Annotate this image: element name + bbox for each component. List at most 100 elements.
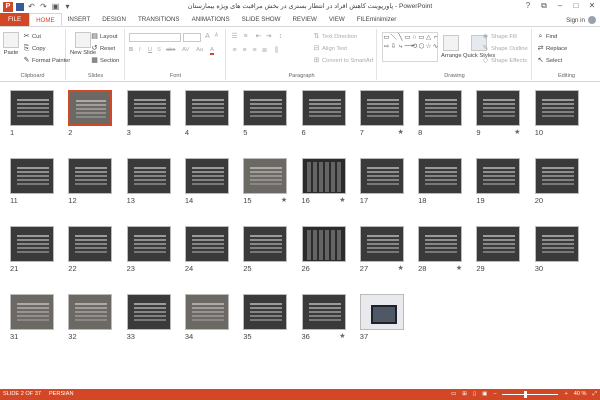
change-case-button[interactable]: Aa bbox=[196, 47, 203, 53]
slide-thumbnail-2[interactable]: 2 bbox=[68, 90, 113, 137]
slide-preview[interactable] bbox=[243, 158, 288, 194]
copy-button[interactable]: ⎘ Copy bbox=[23, 45, 46, 52]
zoom-slider[interactable] bbox=[502, 391, 559, 398]
layout-button[interactable]: ▤ Layout bbox=[91, 33, 117, 40]
format-painter-button[interactable]: ✎ Format Painter bbox=[23, 57, 71, 64]
shape-item[interactable]: ☆ bbox=[425, 42, 432, 51]
slide-preview[interactable] bbox=[301, 294, 346, 330]
increase-indent-button[interactable]: ⇥ bbox=[265, 33, 272, 40]
transition-star-icon[interactable]: ★ bbox=[398, 128, 404, 136]
tab-home[interactable]: HOME bbox=[29, 13, 62, 26]
slide-thumbnail-30[interactable]: 30 bbox=[534, 226, 579, 273]
slide-thumbnail-3[interactable]: 3 bbox=[126, 90, 171, 137]
slide-preview[interactable] bbox=[68, 226, 113, 262]
slide-thumbnail-16[interactable]: 16 ★ bbox=[301, 158, 346, 205]
shape-item[interactable]: ⟶ bbox=[404, 42, 413, 51]
slide-preview[interactable] bbox=[359, 294, 404, 330]
bullets-button[interactable]: ☰ bbox=[231, 33, 238, 40]
shape-item[interactable]: ⇩ bbox=[390, 42, 397, 51]
slide-preview[interactable] bbox=[126, 294, 171, 330]
normal-view-icon[interactable]: ▭ bbox=[451, 389, 456, 400]
slide-thumbnail-23[interactable]: 23 bbox=[126, 226, 171, 273]
slide-thumbnail-19[interactable]: 19 bbox=[476, 158, 521, 205]
slide-preview[interactable] bbox=[534, 158, 579, 194]
shrink-font-button[interactable]: ᴬ bbox=[213, 33, 220, 40]
slide-thumbnail-9[interactable]: 9 ★ bbox=[476, 90, 521, 137]
section-button[interactable]: ▦ Section bbox=[91, 57, 119, 64]
save-icon[interactable] bbox=[16, 2, 24, 11]
slide-preview[interactable] bbox=[476, 90, 521, 126]
slide-preview[interactable] bbox=[184, 158, 229, 194]
tab-animations[interactable]: ANIMATIONS bbox=[186, 13, 236, 26]
tab-view[interactable]: VIEW bbox=[323, 13, 351, 26]
shape-fill-button[interactable]: ◈ Shape Fill bbox=[482, 33, 517, 40]
slide-preview[interactable] bbox=[301, 90, 346, 126]
shape-item[interactable]: ＼ bbox=[390, 33, 397, 42]
shape-item[interactable]: ∿ bbox=[432, 42, 439, 51]
slide-thumbnail-6[interactable]: 6 bbox=[301, 90, 346, 137]
text-direction-button[interactable]: ⇅ Text Direction bbox=[313, 33, 358, 40]
slide-preview[interactable] bbox=[243, 226, 288, 262]
find-button[interactable]: ⌕ Find bbox=[537, 33, 558, 40]
character-spacing-button[interactable]: AV bbox=[182, 47, 189, 53]
shape-item[interactable]: ⌐ bbox=[432, 33, 439, 42]
slide-preview[interactable] bbox=[534, 90, 579, 126]
slide-thumbnail-24[interactable]: 24 bbox=[184, 226, 229, 273]
justify-button[interactable]: ≣ bbox=[261, 47, 268, 54]
strikethrough-button[interactable]: abc bbox=[166, 47, 175, 53]
arrange-button[interactable]: Arrange bbox=[441, 35, 462, 59]
tab-transitions[interactable]: TRANSITIONS bbox=[132, 13, 186, 26]
slide-preview[interactable] bbox=[534, 226, 579, 262]
ribbon-display-button[interactable]: ⧉ bbox=[536, 0, 552, 13]
slide-thumbnail-20[interactable]: 20 bbox=[534, 158, 579, 205]
slide-preview[interactable] bbox=[243, 294, 288, 330]
slide-preview[interactable] bbox=[184, 90, 229, 126]
slide-thumbnail-15[interactable]: 15 ★ bbox=[243, 158, 288, 205]
start-slideshow-icon[interactable]: ▣ bbox=[51, 2, 60, 11]
slide-thumbnail-11[interactable]: 11 bbox=[10, 158, 54, 205]
line-spacing-button[interactable]: ↕ bbox=[277, 33, 284, 40]
slide-preview[interactable] bbox=[68, 158, 113, 194]
slide-preview[interactable] bbox=[184, 294, 229, 330]
slide-preview[interactable] bbox=[68, 90, 113, 126]
zoom-out-button[interactable]: – bbox=[493, 389, 496, 400]
slideshow-view-icon[interactable]: ▣ bbox=[482, 389, 487, 400]
grow-font-button[interactable]: A bbox=[204, 33, 211, 40]
tab-design[interactable]: DESIGN bbox=[96, 13, 132, 26]
select-button[interactable]: ↖ Select bbox=[537, 57, 563, 64]
columns-button[interactable]: ⫼ bbox=[273, 47, 280, 54]
transition-star-icon[interactable]: ★ bbox=[456, 264, 462, 272]
slide-thumbnail-29[interactable]: 29 bbox=[476, 226, 521, 273]
slide-thumbnail-22[interactable]: 22 bbox=[68, 226, 113, 273]
font-color-button[interactable]: A bbox=[210, 47, 214, 55]
slide-thumbnail-12[interactable]: 12 bbox=[68, 158, 113, 205]
zoom-level[interactable]: 40 % bbox=[574, 389, 587, 400]
slide-preview[interactable] bbox=[10, 226, 54, 262]
slide-preview[interactable] bbox=[126, 90, 171, 126]
slide-thumbnail-5[interactable]: 5 bbox=[243, 90, 288, 137]
slide-thumbnail-13[interactable]: 13 bbox=[126, 158, 171, 205]
slide-preview[interactable] bbox=[476, 226, 521, 262]
help-button[interactable]: ? bbox=[520, 0, 536, 13]
slide-preview[interactable] bbox=[301, 158, 346, 194]
slide-thumbnail-21[interactable]: 21 bbox=[10, 226, 54, 273]
replace-button[interactable]: ⇄ Replace bbox=[537, 45, 568, 52]
shadow-button[interactable]: S bbox=[157, 47, 161, 53]
slide-thumbnail-1[interactable]: 1 bbox=[10, 90, 54, 137]
shapes-gallery[interactable]: ▭ ＼ ╲ ▭ ○ ▭ △ ⌐ ⇨ ⇩ ⤷ ⟶ ⟲ ⬡ ☆ ∿ bbox=[382, 32, 438, 62]
slide-thumbnail-14[interactable]: 14 bbox=[184, 158, 229, 205]
slide-preview[interactable] bbox=[359, 90, 404, 126]
slide-preview[interactable] bbox=[10, 294, 54, 330]
reading-view-icon[interactable]: ▯ bbox=[473, 389, 476, 400]
align-right-button[interactable]: ≡ bbox=[251, 47, 258, 54]
powerpoint-app-icon[interactable]: P bbox=[3, 1, 13, 12]
bold-button[interactable]: B bbox=[129, 47, 133, 53]
transition-star-icon[interactable]: ★ bbox=[339, 332, 345, 340]
close-button[interactable]: ✕ bbox=[584, 0, 600, 13]
slide-preview[interactable] bbox=[10, 90, 54, 126]
slide-preview[interactable] bbox=[418, 158, 463, 194]
tab-insert[interactable]: INSERT bbox=[62, 13, 97, 26]
tab-fileminimizer[interactable]: FILEminimizer bbox=[351, 13, 403, 26]
font-name-box[interactable] bbox=[129, 33, 181, 42]
align-center-button[interactable]: ≡ bbox=[241, 47, 248, 54]
